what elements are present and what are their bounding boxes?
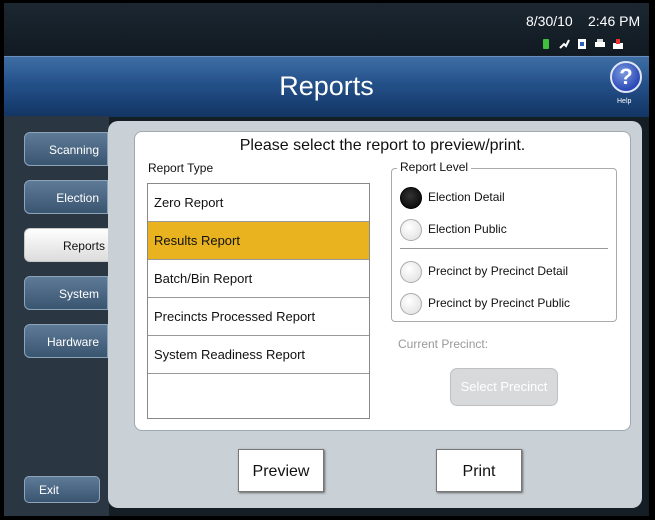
select-precinct-button[interactable]: Select Precinct bbox=[450, 368, 558, 406]
sidebar: Scanning Election Reports System Hardwar… bbox=[4, 116, 114, 516]
report-type-item[interactable]: Zero Report bbox=[148, 184, 369, 222]
radio-icon[interactable] bbox=[400, 219, 422, 241]
reports-panel: Please select the report to preview/prin… bbox=[108, 121, 642, 508]
printer-icon bbox=[595, 39, 605, 47]
help-label: Help bbox=[617, 98, 632, 105]
current-precinct-label: Current Precinct: bbox=[398, 337, 489, 351]
title-bar: Reports ? Help bbox=[4, 56, 649, 117]
radio-icon[interactable] bbox=[400, 293, 422, 315]
preview-button[interactable]: Preview bbox=[238, 449, 324, 492]
report-level-label: Report Level bbox=[397, 160, 472, 174]
level-label: Precinct by Precinct Detail bbox=[428, 264, 569, 278]
report-type-label: Report Type bbox=[148, 161, 214, 175]
divider bbox=[400, 248, 608, 249]
battery-icon bbox=[543, 39, 549, 49]
help-button[interactable]: ? bbox=[610, 61, 642, 93]
level-label: Election Detail bbox=[428, 190, 505, 204]
report-type-item[interactable]: System Readiness Report bbox=[148, 336, 369, 374]
page-title: Reports bbox=[279, 71, 374, 101]
nav-system-button[interactable]: System bbox=[24, 276, 108, 310]
report-type-item-selected[interactable]: Results Report bbox=[148, 222, 369, 260]
radio-icon[interactable] bbox=[400, 261, 422, 283]
report-selection-card: Please select the report to preview/prin… bbox=[134, 131, 631, 431]
power-plug-icon bbox=[559, 39, 570, 49]
status-bar: 8/30/10 2:46 PM bbox=[4, 3, 649, 55]
level-label: Election Public bbox=[428, 222, 507, 236]
ballot-box-icon bbox=[613, 39, 623, 49]
nav-reports-button[interactable]: Reports bbox=[24, 228, 114, 262]
print-button[interactable]: Print bbox=[436, 449, 522, 492]
report-type-list: Zero Report Results Report Batch/Bin Rep… bbox=[147, 183, 370, 419]
report-type-item[interactable]: Batch/Bin Report bbox=[148, 260, 369, 298]
status-date: 8/30/10 bbox=[526, 13, 573, 29]
radio-selected-icon[interactable] bbox=[400, 187, 422, 209]
scanner-screen: 8/30/10 2:46 PM Reports ? Help Scanning … bbox=[4, 3, 649, 516]
nav-election-button[interactable]: Election bbox=[24, 180, 108, 214]
report-level-group: Election Detail Election Public Precinct… bbox=[391, 168, 617, 322]
report-type-item[interactable]: Precincts Processed Report bbox=[148, 298, 369, 336]
exit-button[interactable]: Exit bbox=[24, 476, 100, 503]
level-label: Precinct by Precinct Public bbox=[428, 296, 571, 310]
document-icon bbox=[578, 39, 586, 49]
nav-hardware-button[interactable]: Hardware bbox=[24, 324, 108, 358]
nav-scanning-button[interactable]: Scanning bbox=[24, 132, 108, 166]
instruction-text: Please select the report to preview/prin… bbox=[239, 137, 526, 154]
help-question-icon: ? bbox=[619, 64, 633, 89]
status-time: 2:46 PM bbox=[588, 13, 641, 29]
